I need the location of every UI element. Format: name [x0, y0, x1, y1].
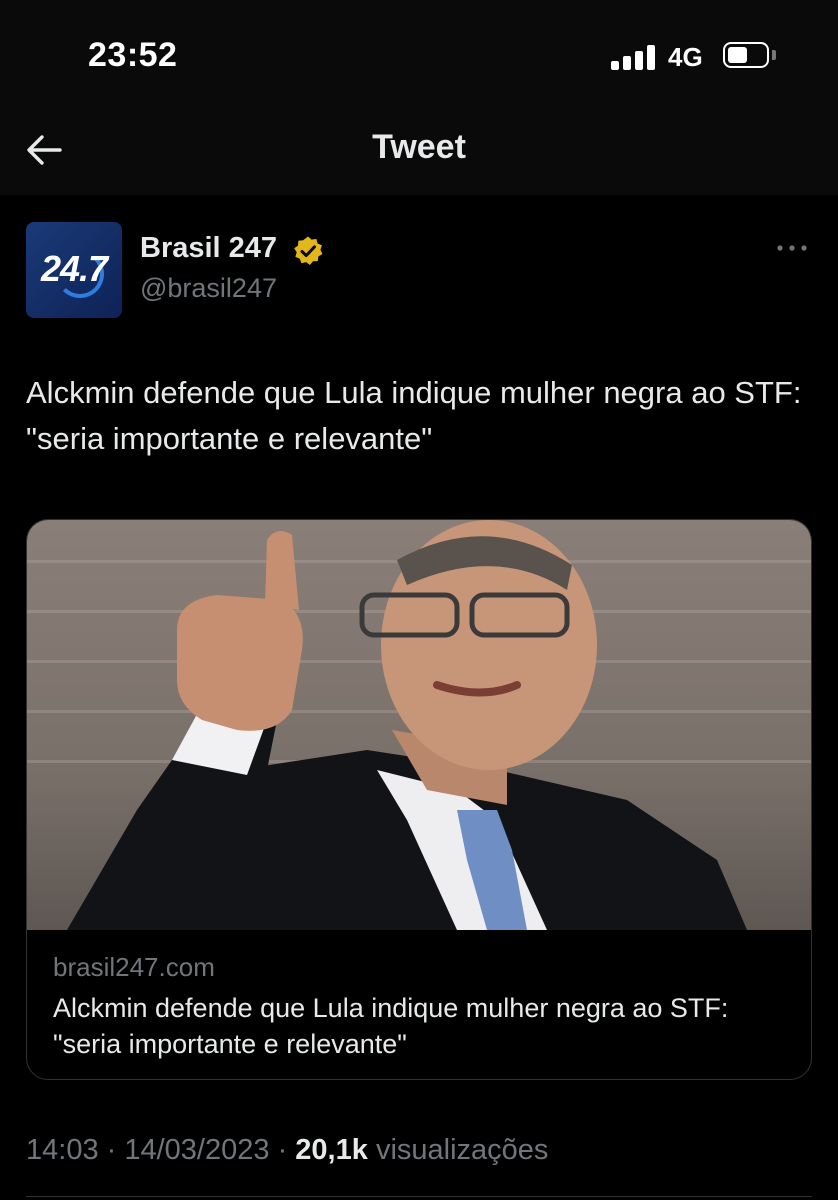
status-time: 23:52 [88, 36, 178, 74]
battery-level [728, 47, 747, 63]
meta-separator: · [98, 1134, 125, 1166]
network-type: 4G [668, 42, 703, 72]
card-title: Alckmin defende que Lula indique mulher … [53, 993, 729, 1059]
card-domain: brasil247.com [53, 952, 215, 982]
views-count[interactable]: 20,1k [295, 1134, 368, 1166]
page-title: Tweet [372, 128, 466, 166]
more-dots-icon [777, 245, 807, 251]
card-photo-illustration [27, 520, 811, 930]
verified-badge-icon [292, 235, 324, 267]
avatar-logo-text: 24.7 [40, 248, 108, 289]
avatar[interactable]: 24.7 [26, 222, 122, 318]
link-preview-card[interactable]: brasil247.com Alckmin defende que Lula i… [26, 519, 812, 1080]
signal-strength-icon [611, 44, 657, 70]
battery-tip [772, 50, 776, 60]
battery-icon [723, 42, 769, 68]
views-label: visualizações [375, 1134, 549, 1166]
author-handle[interactable]: @brasil247 [140, 273, 277, 304]
tweet-date[interactable]: 14/03/2023 [124, 1134, 269, 1166]
meta-separator: · [269, 1134, 296, 1166]
divider [26, 1196, 812, 1197]
card-image [27, 520, 811, 930]
tweet-text: Alckmin defende que Lula indique mulher … [26, 375, 802, 456]
tweet-meta: 14:03 · 14/03/2023 · 20,1k visualizações [26, 1134, 548, 1167]
author-display-name[interactable]: Brasil 247 [140, 232, 277, 265]
more-options-button[interactable] [772, 236, 812, 260]
tweet-time[interactable]: 14:03 [26, 1134, 99, 1166]
